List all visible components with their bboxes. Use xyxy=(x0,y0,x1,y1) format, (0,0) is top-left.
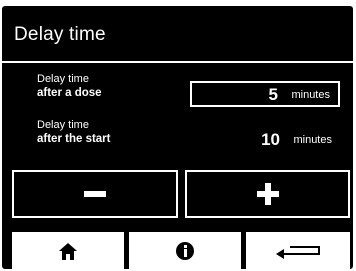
start-delay-label-line1: Delay time xyxy=(37,119,89,131)
home-button[interactable] xyxy=(12,232,124,269)
start-delay-value: 10 xyxy=(261,130,280,149)
device-frame: Delay time Delay time after a dose 5 min… xyxy=(0,0,356,271)
start-delay-label: Delay time after the start xyxy=(37,118,111,146)
dose-delay-value: 5 xyxy=(268,85,278,104)
plus-icon xyxy=(256,183,279,205)
dose-delay-label-line1: Delay time xyxy=(37,73,89,85)
back-icon xyxy=(276,243,320,259)
start-delay-value-field[interactable]: 10 minutes xyxy=(190,128,340,154)
home-icon xyxy=(59,242,77,260)
minus-icon xyxy=(84,191,106,197)
info-icon xyxy=(176,242,194,260)
decrement-button[interactable] xyxy=(12,170,178,218)
page-title: Delay time xyxy=(14,24,106,45)
info-button[interactable] xyxy=(129,232,241,269)
display-screen: Delay time Delay time after a dose 5 min… xyxy=(2,6,353,269)
start-delay-unit: minutes xyxy=(293,134,332,146)
back-button[interactable] xyxy=(246,232,350,269)
dose-delay-value-field[interactable]: 5 minutes xyxy=(190,81,340,107)
dose-delay-label: Delay time after a dose xyxy=(37,72,102,100)
dose-delay-label-line2: after a dose xyxy=(37,87,102,99)
start-delay-label-line2: after the start xyxy=(37,133,111,145)
title-divider xyxy=(2,61,353,63)
dose-delay-unit: minutes xyxy=(291,89,330,101)
increment-button[interactable] xyxy=(185,170,350,218)
